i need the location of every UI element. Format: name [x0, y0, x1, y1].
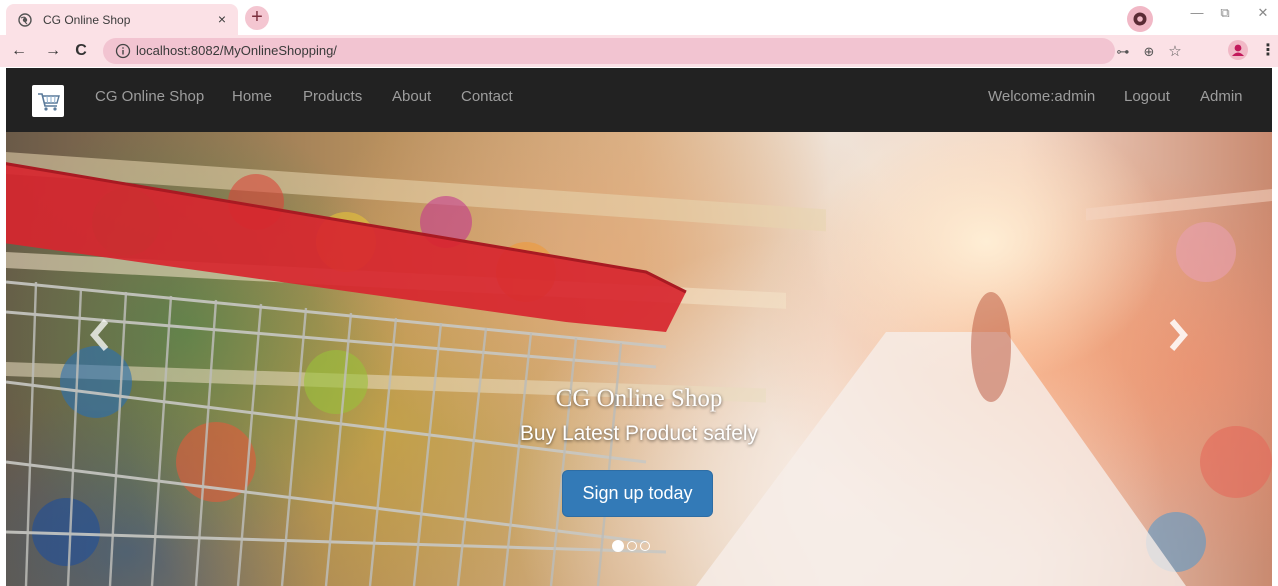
site-navbar: CG Online Shop Home Products About Conta… [6, 68, 1272, 133]
minimize-button[interactable]: — [1182, 2, 1212, 24]
restore-button[interactable]: ⧉ [1210, 2, 1240, 24]
tab-title: CG Online Shop [43, 12, 131, 27]
close-window-button[interactable]: ✕ [1248, 2, 1278, 24]
nav-link-about[interactable]: About [392, 88, 431, 105]
nav-link-welcome-user[interactable]: Welcome:admin [988, 88, 1095, 105]
forward-button[interactable]: → [42, 40, 64, 62]
reload-button[interactable]: C [70, 40, 92, 62]
carousel-indicator-1[interactable] [612, 540, 624, 552]
browser-menu-icon[interactable]: ⋮ [1260, 40, 1276, 62]
address-bar[interactable]: localhost:8082/MyOnlineShopping/ ⊶ ⊕ ☆ [103, 38, 1182, 64]
new-tab-button[interactable]: + [245, 6, 269, 30]
carousel-caption-subtitle: Buy Latest Product safely [519, 422, 759, 445]
chevron-left-icon [90, 319, 109, 351]
password-key-icon[interactable]: ⊶ [1113, 43, 1133, 61]
carousel-next-button[interactable] [1158, 315, 1198, 355]
hero-carousel: CG Online Shop Buy Latest Product safely… [6, 132, 1272, 586]
browser-toolbar: ← → C localhost:8082/MyOnlineShopping/ ⊶… [0, 35, 1278, 67]
close-tab-icon[interactable]: × [214, 11, 230, 27]
carousel-indicators [612, 540, 650, 555]
info-icon[interactable] [115, 43, 131, 59]
nav-link-home[interactable]: Home [232, 88, 272, 105]
account-avatar-icon[interactable] [1228, 40, 1248, 60]
hero-background-image [6, 152, 1272, 586]
carousel-prev-button[interactable] [80, 315, 120, 355]
url-text: localhost:8082/MyOnlineShopping/ [136, 43, 337, 58]
chevron-right-icon [1169, 319, 1188, 351]
nav-link-logout[interactable]: Logout [1124, 88, 1170, 105]
shopping-cart-logo-icon[interactable] [32, 85, 64, 117]
nav-link-admin[interactable]: Admin [1200, 88, 1243, 105]
carousel-indicator-2[interactable] [627, 541, 637, 551]
globe-icon [17, 12, 33, 28]
nav-link-contact[interactable]: Contact [461, 88, 513, 105]
back-button[interactable]: ← [8, 40, 30, 62]
navbar-brand[interactable]: CG Online Shop [95, 88, 204, 105]
bookmark-star-icon[interactable]: ☆ [1165, 43, 1185, 61]
browser-tab[interactable]: CG Online Shop × [6, 4, 238, 35]
web-page: CG Online Shop Home Products About Conta… [6, 68, 1272, 586]
nav-link-products[interactable]: Products [303, 88, 362, 105]
browser-tab-strip: CG Online Shop × + — ⧉ ✕ [0, 0, 1278, 35]
carousel-caption-title: CG Online Shop [555, 385, 723, 412]
carousel-indicator-3[interactable] [640, 541, 650, 551]
zoom-icon[interactable]: ⊕ [1139, 43, 1159, 61]
sign-up-button[interactable]: Sign up today [562, 470, 713, 517]
profile-icon[interactable] [1127, 6, 1153, 32]
